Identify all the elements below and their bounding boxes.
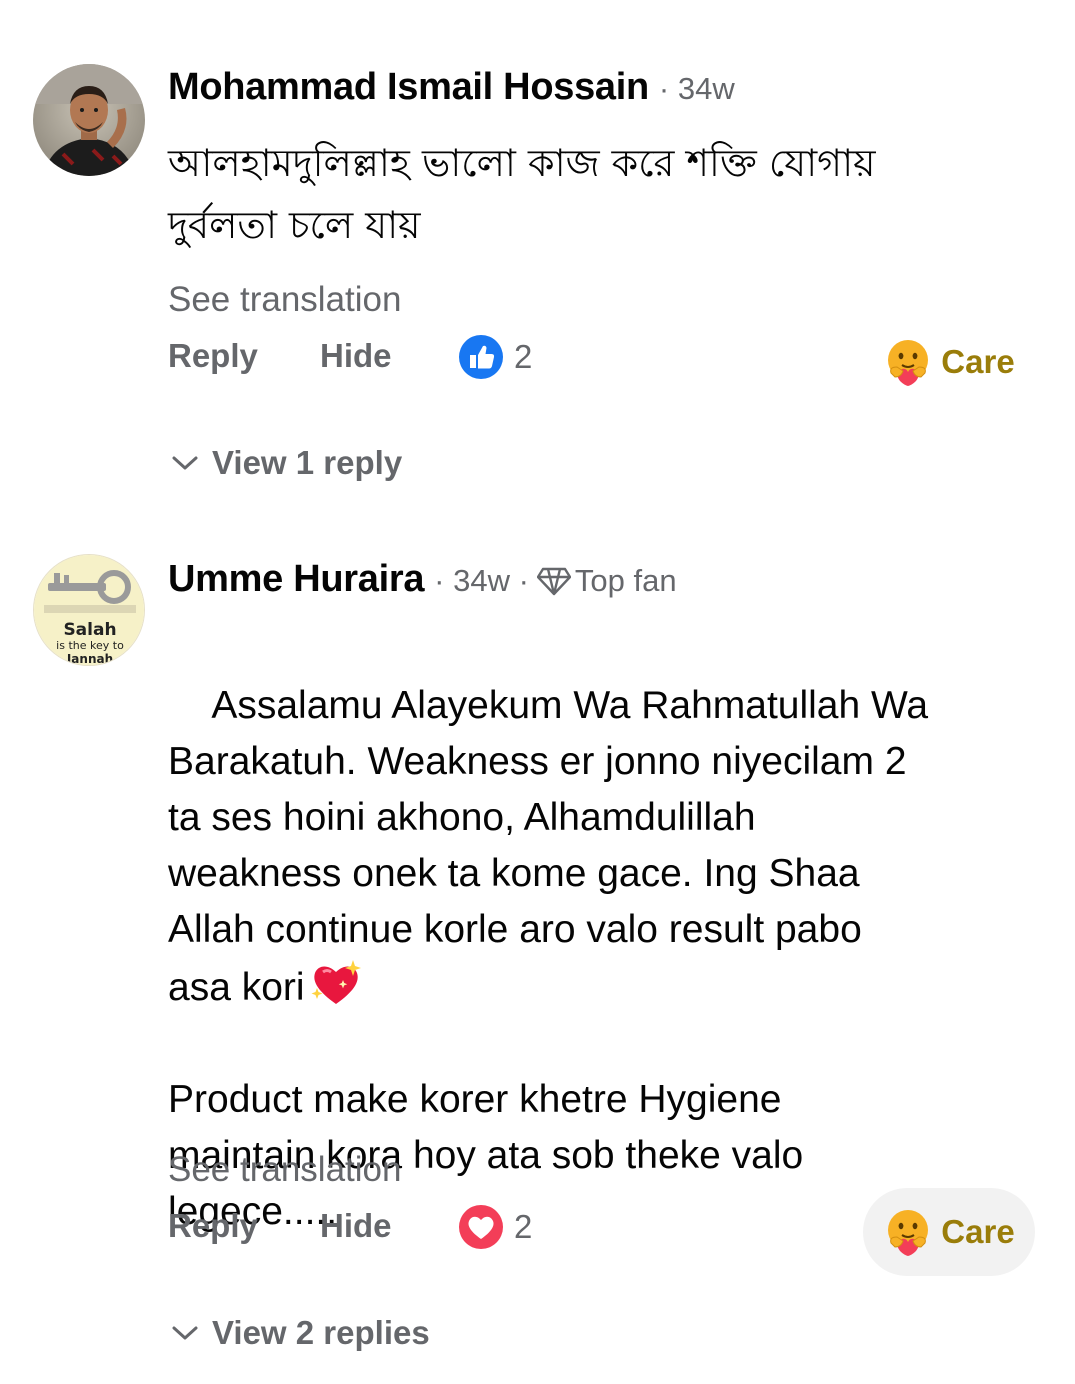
care-label: Care	[941, 343, 1015, 380]
see-translation-link[interactable]: See translation	[168, 1150, 401, 1190]
reaction-summary[interactable]: 2	[458, 334, 532, 380]
comment-header: Mohammad Ismail Hossain · 34w	[168, 66, 735, 109]
author-name[interactable]: Umme Huraira	[168, 558, 424, 601]
reaction-count: 2	[514, 1208, 533, 1245]
avatar-text-3: Jannah	[66, 652, 113, 666]
avatar[interactable]: Salah is the key to Jannah	[33, 554, 145, 666]
care-reaction-button[interactable]: Care	[863, 318, 1035, 406]
care-emoji-icon	[888, 1210, 929, 1256]
timestamp[interactable]: · 34w ·	[434, 563, 529, 599]
see-translation-link[interactable]: See translation	[168, 280, 401, 320]
comment-text: আলহামদুলিল্লাহ ভালো কাজ করে শক্তি যোগায়…	[168, 141, 876, 247]
view-replies-link[interactable]: View 2 replies	[170, 1314, 430, 1352]
hide-button[interactable]: Hide	[320, 1196, 392, 1256]
comment-actions: Reply Hide 2 Care	[168, 1188, 1055, 1276]
reply-button[interactable]: Reply	[168, 1196, 258, 1256]
comment-actions: Reply Hide 2 Care	[168, 326, 1055, 386]
author-name[interactable]: Mohammad Ismail Hossain	[168, 66, 649, 109]
hide-button[interactable]: Hide	[320, 326, 392, 386]
reaction-count: 2	[514, 338, 533, 375]
view-replies-link[interactable]: View 1 reply	[170, 444, 402, 482]
chevron-down-icon	[172, 456, 198, 470]
avatar[interactable]	[33, 64, 145, 176]
top-fan-badge: Top fan	[574, 563, 677, 598]
diamond-icon	[536, 567, 571, 596]
reaction-summary[interactable]: 2	[458, 1204, 532, 1250]
care-label: Care	[941, 1213, 1015, 1250]
comment-header: Umme Huraira · 34w · Top fan	[168, 558, 677, 601]
reply-button[interactable]: Reply	[168, 326, 258, 386]
timestamp[interactable]: · 34w	[659, 71, 735, 107]
like-icon	[459, 335, 503, 379]
chevron-down-icon	[172, 1326, 198, 1340]
avatar-text-1: Salah	[63, 620, 116, 640]
avatar-text-2: is the key to	[56, 639, 124, 652]
love-icon	[459, 1205, 503, 1249]
care-emoji-icon	[888, 340, 929, 386]
sparkling-heart-icon	[311, 960, 361, 1004]
care-reaction-button[interactable]: Care	[863, 1188, 1035, 1276]
